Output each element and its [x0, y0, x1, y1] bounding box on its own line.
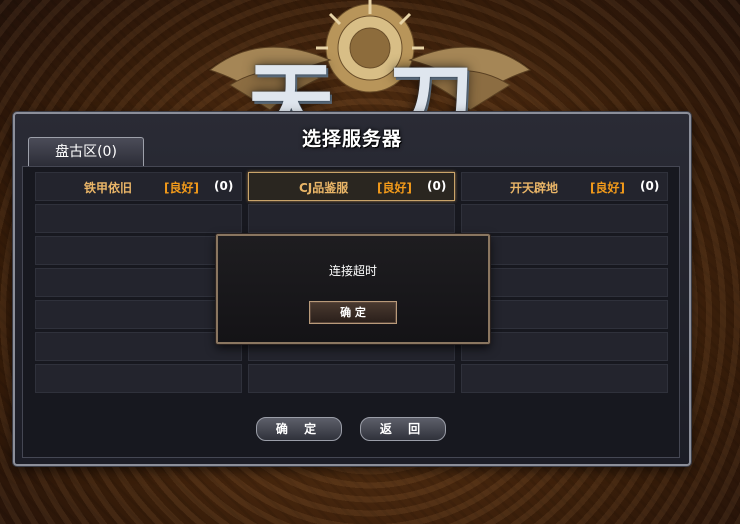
server-status: [良好] [377, 181, 412, 195]
server-status: [良好] [164, 181, 199, 195]
server-slot-empty [35, 268, 242, 297]
server-count: (0) [640, 179, 660, 193]
server-slot-empty [461, 332, 668, 361]
server-slot-empty [248, 364, 455, 393]
server-slot-empty [461, 268, 668, 297]
server-slot-empty [35, 236, 242, 265]
server-slot-empty [461, 364, 668, 393]
server-slot-empty [461, 204, 668, 233]
server-slot-empty [248, 204, 455, 233]
back-button[interactable]: 返 回 [360, 417, 446, 441]
server-name: CJ品鉴服 [299, 181, 349, 195]
server-count: (0) [427, 179, 447, 193]
server-slot-kaitian[interactable]: 开天辟地 [良好] (0) [461, 172, 668, 201]
tab-pangu-region[interactable]: 盘古区(0) [28, 137, 144, 166]
server-slot-empty [461, 236, 668, 265]
server-slot-empty [35, 204, 242, 233]
dialog-message: 连接超时 [328, 264, 377, 278]
server-slot-empty [35, 364, 242, 393]
server-slot-empty [35, 300, 242, 329]
server-count: (0) [214, 179, 234, 193]
connection-timeout-dialog: 连接超时 确 定 [216, 234, 490, 344]
server-slot-empty [35, 332, 242, 361]
server-slot-cj-review[interactable]: CJ品鉴服 [良好] (0) [248, 172, 455, 201]
server-status: [良好] [590, 181, 625, 195]
dialog-ok-button[interactable]: 确 定 [309, 301, 397, 324]
server-slot-iron-armor[interactable]: 铁甲依旧 [良好] (0) [35, 172, 242, 201]
server-name: 开天辟地 [510, 181, 559, 195]
confirm-button[interactable]: 确 定 [256, 417, 342, 441]
server-slot-empty [461, 300, 668, 329]
server-name: 铁甲依旧 [84, 181, 133, 195]
